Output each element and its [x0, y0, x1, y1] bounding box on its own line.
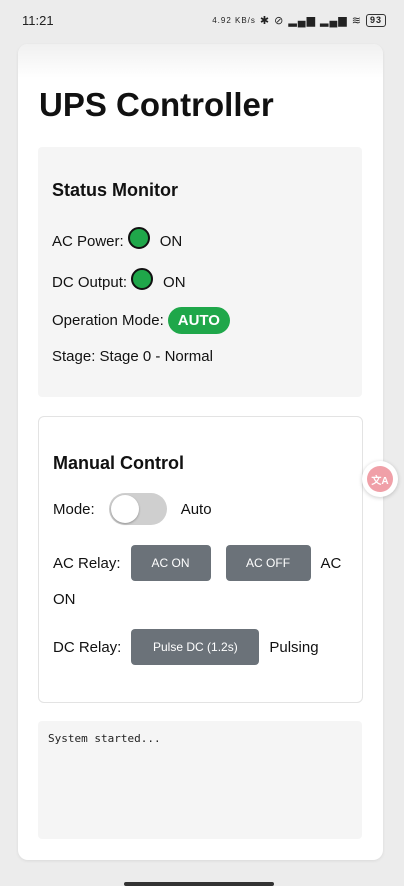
log-console: System started... [38, 721, 362, 839]
main-card: UPS Controller Status Monitor AC Power: … [18, 44, 383, 860]
operation-mode-row: Operation Mode: AUTO [52, 307, 230, 334]
log-text: System started... [48, 732, 161, 745]
dc-output-value: ON [163, 273, 186, 291]
dc-status-text: Pulsing [269, 638, 319, 656]
manual-control-title: Manual Control [53, 453, 184, 473]
translate-button[interactable]: 文A [362, 461, 398, 497]
page-title: UPS Controller [39, 86, 274, 123]
status-time: 11:21 [22, 12, 54, 28]
status-bar: 11:21 4.92 KB/s ✱ ⊘ ▂▄▆ ▂▄▆ ≋ 93 [0, 0, 404, 40]
bluetooth-icon: ✱ [259, 14, 271, 27]
dc-output-row: DC Output: ON [52, 268, 186, 296]
card-top-shade [18, 44, 383, 78]
ac-power-led-icon [127, 227, 150, 249]
battery-icon: 93 [365, 13, 386, 27]
stage-text: Stage: Stage 0 - Normal [52, 348, 213, 365]
stage-row: Stage: Stage 0 - Normal [52, 348, 213, 365]
ac-off-button[interactable]: AC OFF [225, 545, 311, 581]
toggle-knob [110, 495, 139, 523]
pulse-dc-button[interactable]: Pulse DC (1.2s) [131, 629, 260, 665]
ac-power-label: AC Power: [52, 232, 124, 250]
status-monitor-title: Status Monitor [52, 180, 178, 200]
net-speed: 4.92 KB/s [212, 15, 256, 25]
gesture-nav-handle[interactable] [124, 882, 274, 886]
ac-status-text-cont: ON [53, 591, 76, 608]
ac-status-wrap-row: ON [53, 591, 76, 608]
manual-control-panel: Manual Control Mode: Auto AC Relay: AC O… [38, 416, 363, 703]
wifi-icon: ≋ [351, 14, 362, 27]
dc-relay-label: DC Relay: [53, 638, 122, 656]
status-monitor-panel: Status Monitor AC Power: ON DC Output: O… [38, 147, 362, 397]
dc-relay-row: DC Relay: Pulse DC (1.2s) Pulsing [53, 629, 319, 665]
operation-mode-label: Operation Mode: [52, 312, 164, 329]
mode-label: Mode: [53, 500, 95, 518]
ac-status-text: AC [320, 554, 342, 572]
mode-toggle[interactable] [108, 493, 167, 525]
translate-icon: 文A [367, 466, 393, 492]
ac-power-row: AC Power: ON [52, 227, 182, 255]
mode-row: Mode: Auto [53, 493, 212, 525]
ac-power-value: ON [159, 232, 183, 250]
dc-output-label: DC Output: [52, 273, 128, 291]
mode-value: Auto [180, 500, 212, 518]
ac-on-button[interactable]: AC ON [130, 545, 211, 581]
ac-relay-label: AC Relay: [53, 554, 121, 572]
operation-mode-badge: AUTO [167, 307, 230, 334]
signal-5g-icon: ▂▄▆ [288, 14, 317, 27]
dc-output-led-icon [131, 268, 154, 290]
signal-5g-icon: ▂▄▆ [320, 14, 348, 27]
status-icons: 4.92 KB/s ✱ ⊘ ▂▄▆ ▂▄▆ ≋ 93 [212, 13, 386, 27]
alarm-off-icon: ⊘ [274, 14, 285, 27]
ac-relay-row: AC Relay: AC ON AC OFF AC [53, 545, 341, 581]
